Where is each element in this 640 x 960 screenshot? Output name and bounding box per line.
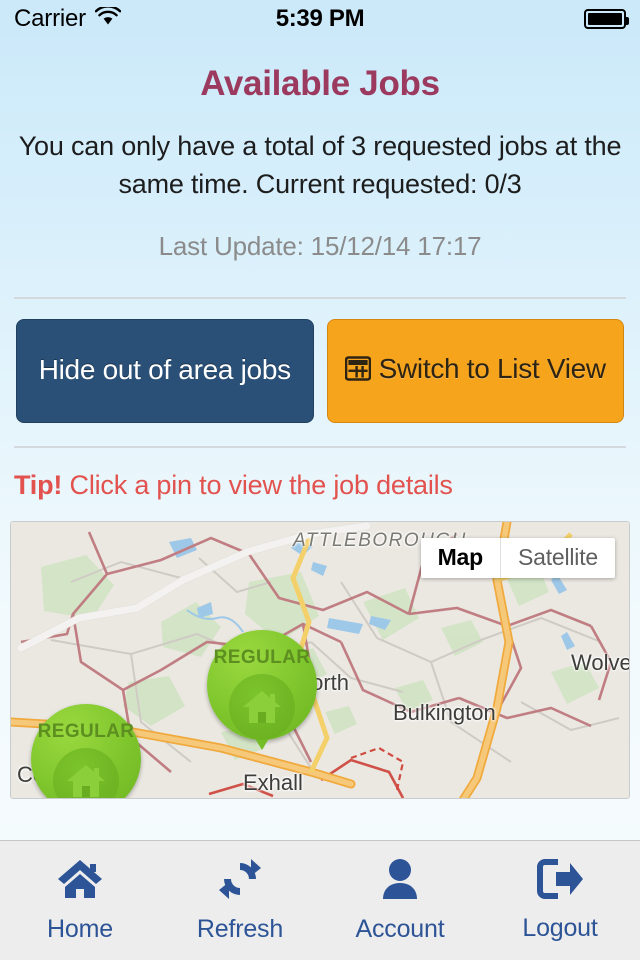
status-bar: Carrier 5:39 PM: [0, 0, 640, 38]
switch-to-list-view-content: Switch to List View: [344, 352, 607, 388]
job-pin-regular-1[interactable]: REGULAR: [207, 629, 317, 740]
switch-to-list-view-button[interactable]: Switch to List View: [326, 318, 624, 423]
job-pin-regular-2[interactable]: REGULAR: [31, 703, 141, 798]
app-root: Carrier 5:39 PM Available Jobs You can o…: [0, 0, 640, 960]
refresh-icon: [218, 857, 262, 906]
tab-refresh-label: Refresh: [196, 915, 284, 943]
table-grid-icon: [344, 356, 371, 388]
pin-body: REGULAR: [207, 629, 317, 740]
jobs-map[interactable]: ATTLEBOROUGH uworth Bulkington Wolvey Ex…: [10, 520, 630, 799]
hide-out-of-area-jobs-label: Hide out of area jobs: [38, 354, 291, 386]
battery-fill: [588, 13, 622, 25]
account-person-icon: [380, 857, 420, 906]
tab-refresh[interactable]: Refresh: [160, 841, 320, 960]
pin-label: REGULAR: [37, 720, 135, 742]
action-button-row: Hide out of area jobs Switch to List Vie…: [0, 299, 640, 423]
house-icon: [53, 747, 119, 798]
map-type-control[interactable]: Map Satellite: [420, 537, 615, 578]
carrier-label: Carrier: [14, 5, 86, 32]
battery-icon: [584, 9, 629, 29]
switch-to-list-view-label: Switch to List View: [378, 352, 607, 384]
map-type-satellite-button[interactable]: Satellite: [501, 538, 615, 578]
tip-text: Tip! Click a pin to view the job details: [0, 448, 640, 501]
hide-out-of-area-jobs-button[interactable]: Hide out of area jobs: [16, 318, 314, 423]
house-icon: [229, 673, 295, 740]
tab-home[interactable]: Home: [0, 841, 160, 960]
tab-account-label: Account: [355, 915, 445, 943]
pin-label: REGULAR: [213, 646, 311, 668]
home-icon: [56, 857, 104, 906]
bottom-tab-bar: Home Refresh Account Logout: [0, 840, 640, 960]
tip-prefix: Tip!: [14, 469, 63, 500]
wifi-icon: [94, 5, 122, 31]
status-bar-left: Carrier: [14, 5, 122, 33]
page-title: Available Jobs: [200, 64, 440, 103]
tab-logout-label: Logout: [522, 914, 598, 942]
tab-logout[interactable]: Logout: [480, 841, 640, 960]
tab-account[interactable]: Account: [320, 841, 480, 960]
last-update-label: Last Update: 15/12/14 17:17: [158, 230, 482, 261]
tab-home-label: Home: [47, 915, 113, 943]
jobs-limit-note: You can only have a total of 3 requested…: [18, 131, 622, 200]
tip-body: Click a pin to view the job details: [69, 469, 453, 500]
pin-body: REGULAR: [31, 703, 141, 798]
map-type-map-button[interactable]: Map: [421, 537, 501, 578]
sign-out-icon: [536, 858, 584, 905]
status-bar-right: [584, 9, 629, 29]
